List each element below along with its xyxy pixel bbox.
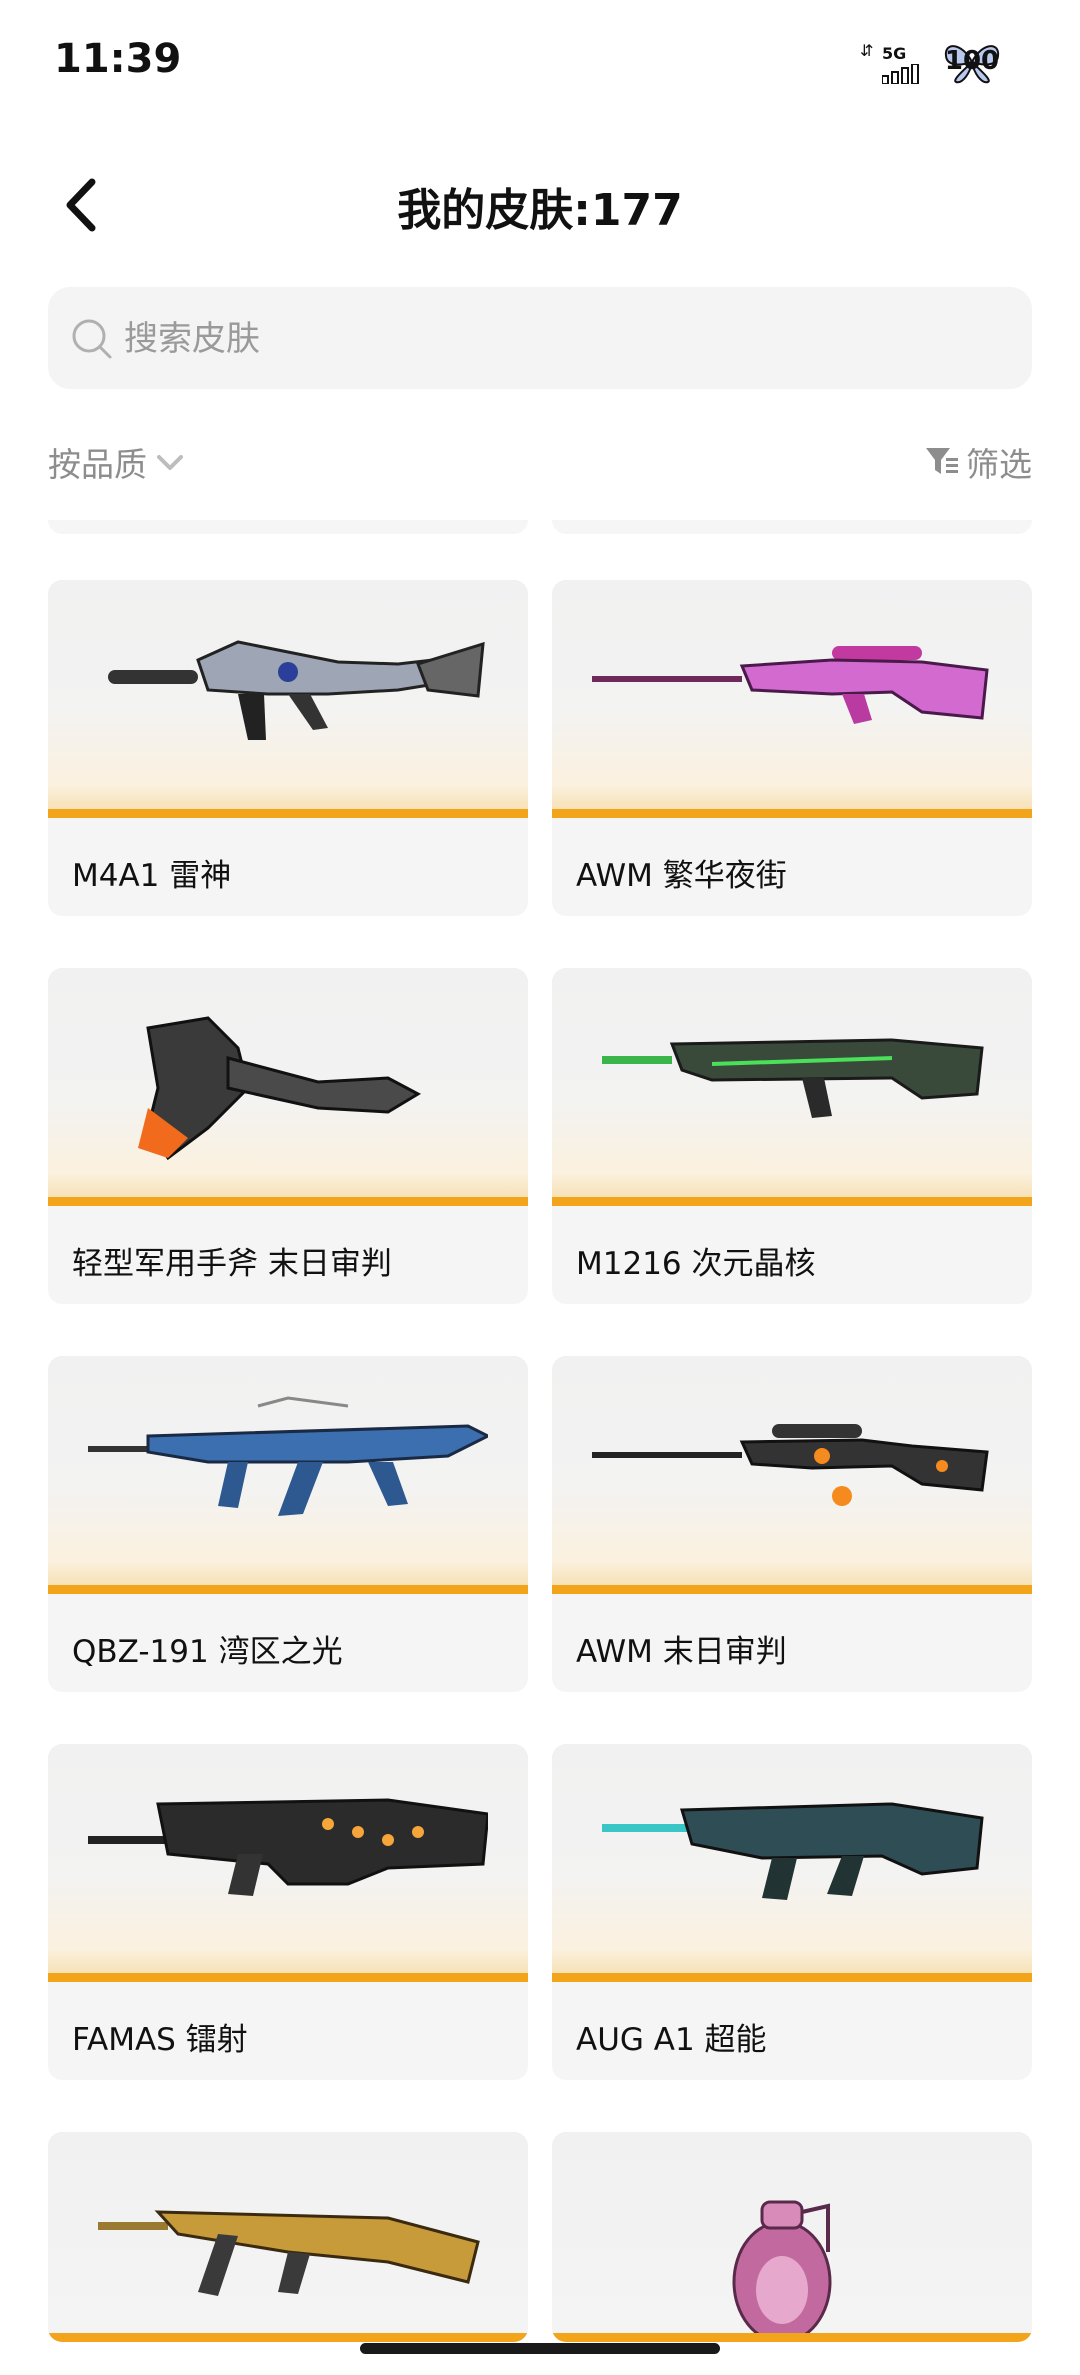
rifle-icon <box>88 1798 488 1896</box>
skin-name: M1216 次元晶核 <box>576 1246 816 1282</box>
skin-card[interactable] <box>552 2132 1032 2342</box>
rifle-icon <box>602 1802 984 1900</box>
rifle-icon <box>88 1396 488 1516</box>
skin-card[interactable]: AWM 末日审判 <box>552 1356 1032 1692</box>
skin-card[interactable]: M4A1 雷神 <box>48 580 528 916</box>
partial-previous-row <box>48 520 1032 534</box>
search-box[interactable] <box>48 287 1032 389</box>
sort-by-quality-dropdown[interactable]: 按品质 <box>48 437 187 487</box>
skin-card[interactable] <box>48 2132 528 2342</box>
skin-card[interactable]: AWM 繁华夜街 <box>552 580 1032 916</box>
skin-image <box>552 2132 1032 2342</box>
skin-image <box>48 1744 528 1982</box>
skin-image <box>48 968 528 1206</box>
filter-button[interactable]: 筛选 <box>924 437 1032 487</box>
skin-card[interactable]: 轻型军用手斧 末日审判 <box>48 968 528 1304</box>
grenade-icon <box>732 2200 832 2342</box>
skin-image <box>552 580 1032 818</box>
axe-icon <box>138 1016 422 1161</box>
skin-card[interactable]: AUG A1 超能 <box>552 1744 1032 2080</box>
skin-name: M4A1 雷神 <box>72 858 232 894</box>
skin-image <box>552 1744 1032 1982</box>
signal-bars-icon <box>882 64 919 84</box>
rifle-icon <box>108 640 485 740</box>
skin-image <box>48 1356 528 1594</box>
battery-level: 100 <box>944 46 1000 76</box>
back-button[interactable] <box>50 170 120 240</box>
status-time: 11:39 <box>54 36 182 82</box>
network-type: 5G <box>882 44 907 63</box>
data-arrows-icon: ⇵ <box>860 41 874 60</box>
partial-card <box>48 520 528 534</box>
sort-label: 按品质 <box>48 445 147 484</box>
skin-image <box>48 580 528 818</box>
status-bar: 11:39 ⇵ 5G 100 <box>0 0 1080 130</box>
skin-name: FAMAS 镭射 <box>72 2022 248 2058</box>
rifle-icon <box>98 2210 480 2296</box>
skin-name: QBZ-191 湾区之光 <box>72 1634 343 1670</box>
page-title: 我的皮肤:177 <box>397 185 683 236</box>
search-icon <box>72 319 112 359</box>
skin-name: 轻型军用手斧 末日审判 <box>72 1246 392 1282</box>
skin-name: AWM 末日审判 <box>576 1634 787 1670</box>
skin-name: AWM 繁华夜街 <box>576 858 787 894</box>
filter-icon <box>926 448 958 474</box>
skin-image <box>552 1356 1032 1594</box>
home-indicator[interactable] <box>360 2343 720 2354</box>
skin-name: AUG A1 超能 <box>576 2022 767 2058</box>
skin-image <box>552 968 1032 1206</box>
skin-image <box>48 2132 528 2342</box>
partial-card <box>552 520 1032 534</box>
chevron-down-icon <box>157 455 183 470</box>
navigation-bar: 我的皮肤:177 <box>0 150 1080 260</box>
skin-card[interactable]: QBZ-191 湾区之光 <box>48 1356 528 1692</box>
battery-indicator: 100 <box>942 40 1002 84</box>
skin-card[interactable]: FAMAS 镭射 <box>48 1744 528 2080</box>
shotgun-icon <box>602 1038 984 1118</box>
sniper-rifle-icon <box>592 646 989 724</box>
filter-label: 筛选 <box>966 445 1032 484</box>
skin-card[interactable]: M1216 次元晶核 <box>552 968 1032 1304</box>
search-input[interactable] <box>122 309 1006 369</box>
network-indicator: ⇵ 5G <box>860 41 930 84</box>
chevron-left-icon <box>66 178 96 232</box>
sniper-rifle-icon <box>592 1424 989 1506</box>
